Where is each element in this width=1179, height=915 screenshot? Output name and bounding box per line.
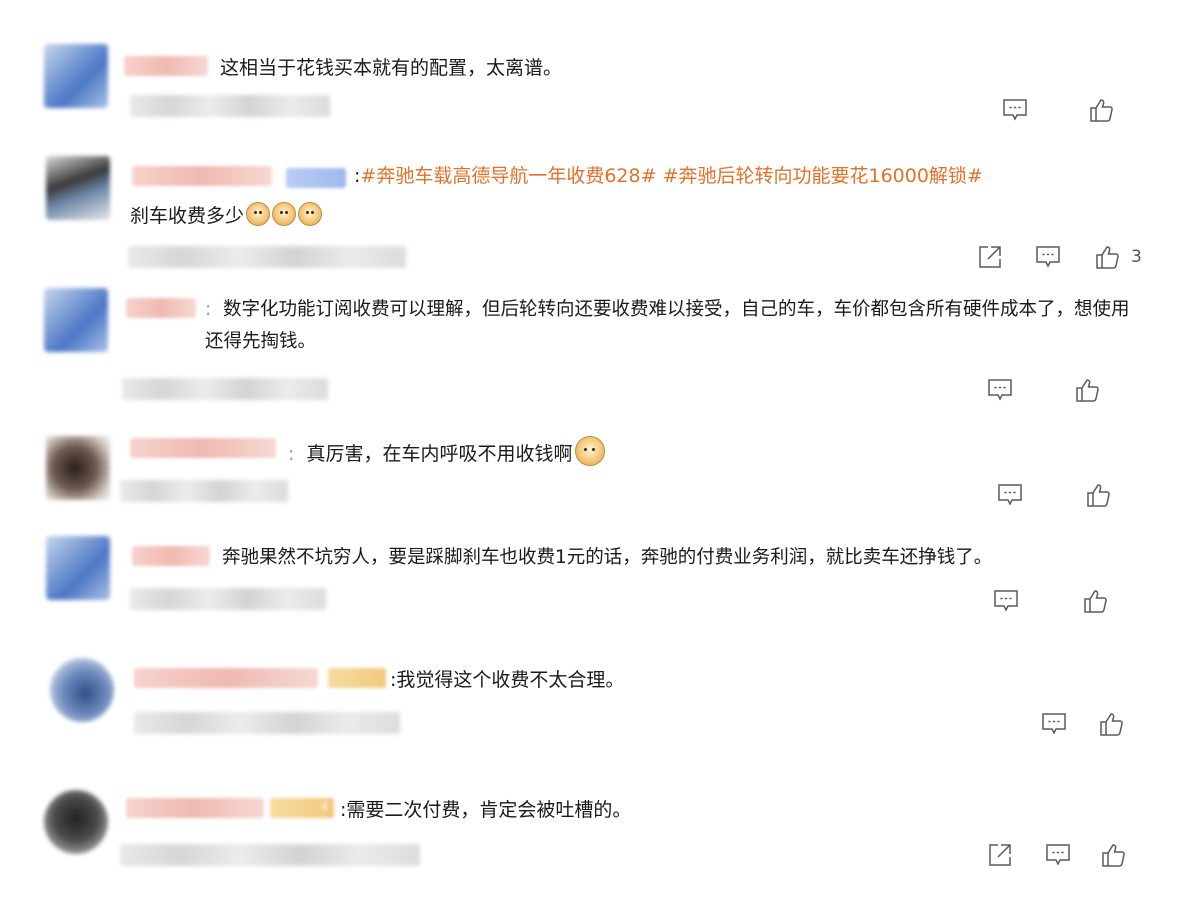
thumbs-up-icon[interactable] bbox=[1094, 244, 1120, 270]
avatar[interactable] bbox=[44, 44, 108, 108]
comment-body: 真厉害，在车内呼吸不用收钱啊 bbox=[306, 443, 573, 465]
comment-text: :#奔驰车载高德导航一年收费628# #奔驰后轮转向功能要花16000解锁# bbox=[354, 160, 983, 192]
comment-icon[interactable] bbox=[997, 482, 1023, 508]
avatar[interactable] bbox=[46, 536, 110, 600]
doge-emoji-icon bbox=[272, 202, 297, 226]
thumbs-up-icon[interactable] bbox=[1098, 711, 1124, 737]
avatar[interactable] bbox=[46, 156, 110, 220]
comment-text: 奔驰果然不坑穷人，要是踩脚刹车也收费1元的话，奔驰的付费业务利润，就比卖车还挣钱… bbox=[222, 547, 993, 568]
comment-item-2: :#奔驰车载高德导航一年收费628# #奔驰后轮转向功能要花16000解锁# 刹… bbox=[0, 140, 1179, 280]
comment-text: :需要二次付费，肯定会被吐槽的。 bbox=[340, 794, 631, 826]
doge-emoji-icon bbox=[246, 202, 271, 226]
badge-blurred bbox=[328, 668, 386, 688]
thumbs-up-icon[interactable] bbox=[1082, 588, 1108, 614]
timestamp-blurred bbox=[120, 844, 420, 866]
comment-icon[interactable] bbox=[1035, 244, 1061, 270]
username-blurred[interactable] bbox=[134, 668, 318, 688]
avatar[interactable] bbox=[44, 288, 108, 352]
comment-item-7: 4 :需要二次付费，肯定会被吐槽的。 bbox=[0, 768, 1179, 915]
comment-text: : 真厉害，在车内呼吸不用收钱啊 bbox=[288, 436, 605, 470]
comment-body: 我觉得这个收费不太合理。 bbox=[396, 669, 625, 691]
badge-level: 4 bbox=[321, 800, 328, 813]
comment-icon[interactable] bbox=[987, 377, 1013, 403]
topic-link[interactable]: #奔驰后轮转向功能要花16000解锁# bbox=[663, 165, 983, 187]
topic-link[interactable]: #奔驰车载高德导航一年收费628# bbox=[360, 165, 656, 187]
thumbs-up-icon[interactable] bbox=[1100, 842, 1126, 868]
comment-text: 刹车收费多少 bbox=[130, 205, 245, 227]
share-icon[interactable] bbox=[987, 842, 1013, 868]
comment-item-4: : 真厉害，在车内呼吸不用收钱啊 bbox=[0, 428, 1179, 528]
comment-text-line2: 刹车收费多少 bbox=[130, 200, 323, 232]
comment-text: :我觉得这个收费不太合理。 bbox=[390, 664, 624, 696]
avatar[interactable] bbox=[50, 658, 114, 722]
comment-text: 这相当于花钱买本就有的配置，太离谱。 bbox=[220, 57, 563, 79]
avatar[interactable] bbox=[46, 436, 110, 500]
timestamp-blurred bbox=[134, 712, 400, 734]
timestamp-blurred bbox=[120, 480, 288, 502]
badge-blurred bbox=[286, 168, 346, 188]
thumbs-up-icon[interactable] bbox=[1074, 377, 1100, 403]
comment-icon[interactable] bbox=[1002, 97, 1028, 123]
comment-item-5: 奔驰果然不坑穷人，要是踩脚刹车也收费1元的话，奔驰的付费业务利润，就比卖车还挣钱… bbox=[0, 528, 1179, 638]
comment-body: 需要二次付费，肯定会被吐槽的。 bbox=[346, 799, 632, 821]
comment-item-1: 这相当于花钱买本就有的配置，太离谱。 bbox=[0, 0, 1179, 140]
doge-emoji-icon bbox=[574, 436, 605, 466]
timestamp-blurred bbox=[128, 246, 406, 268]
comment-body: 数字化功能订阅收费可以理解，但后轮转向还要收费难以接受，自己的车，车价都包含所有… bbox=[205, 299, 1130, 352]
comment-icon[interactable] bbox=[1041, 711, 1067, 737]
timestamp-blurred bbox=[130, 95, 330, 117]
comment-icon[interactable] bbox=[1045, 842, 1071, 868]
username-blurred[interactable] bbox=[124, 56, 208, 76]
timestamp-blurred bbox=[130, 588, 326, 610]
thumbs-up-icon[interactable] bbox=[1085, 482, 1111, 508]
username-blurred[interactable] bbox=[126, 298, 196, 318]
comment-item-3: : 数字化功能订阅收费可以理解，但后轮转向还要收费难以接受，自己的车，车价都包含… bbox=[0, 280, 1179, 428]
avatar[interactable] bbox=[44, 790, 108, 854]
doge-emoji-icon bbox=[298, 202, 323, 226]
username-blurred[interactable] bbox=[132, 546, 210, 566]
colon: : bbox=[288, 443, 295, 465]
badge-blurred: 4 bbox=[270, 798, 334, 818]
thumbs-up-icon[interactable] bbox=[1088, 97, 1114, 123]
comment-icon[interactable] bbox=[993, 588, 1019, 614]
colon: : bbox=[205, 299, 212, 320]
username-blurred[interactable] bbox=[132, 166, 272, 186]
timestamp-blurred bbox=[122, 378, 328, 400]
username-blurred[interactable] bbox=[130, 438, 276, 458]
username-blurred[interactable] bbox=[126, 798, 264, 818]
like-count: 3 bbox=[1131, 247, 1142, 267]
comment-text: : 数字化功能订阅收费可以理解，但后轮转向还要收费难以接受，自己的车，车价都包含… bbox=[205, 294, 1135, 358]
share-icon[interactable] bbox=[977, 244, 1003, 270]
comment-item-6: :我觉得这个收费不太合理。 bbox=[0, 638, 1179, 768]
